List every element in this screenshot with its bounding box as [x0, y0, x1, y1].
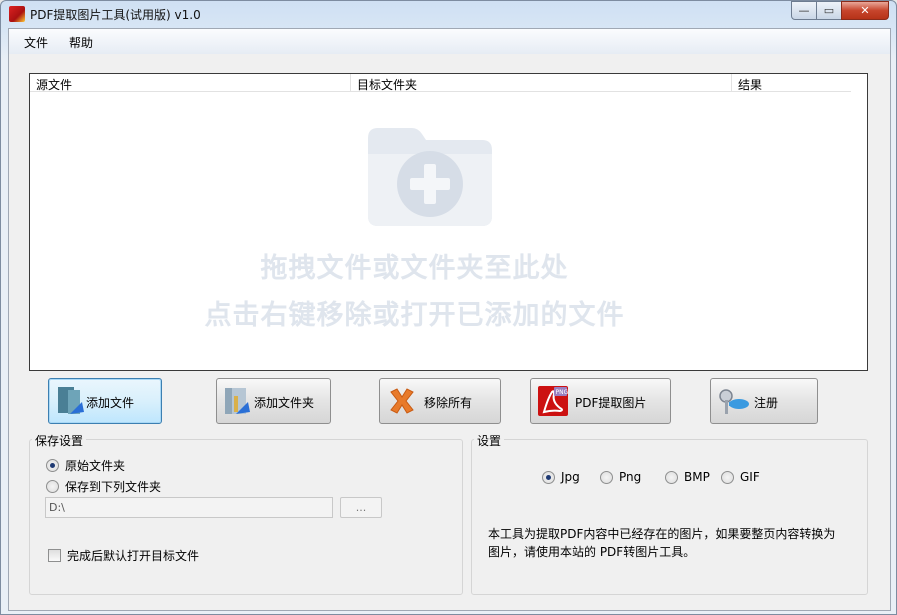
radio-button[interactable] — [721, 470, 734, 484]
list-header: 源文件 目标文件夹 结果 — [30, 74, 851, 92]
save-settings-group: 保存设置 原始文件夹 保存到下列文件夹 ... 完成后默认打开目标文件 — [29, 432, 463, 595]
output-path-field[interactable] — [45, 497, 333, 518]
format-png-label: Png — [619, 470, 642, 484]
remove-all-button[interactable]: 移除所有 — [379, 378, 501, 424]
radio-button[interactable] — [665, 470, 678, 484]
register-button[interactable]: 注册 — [710, 378, 818, 424]
pdf-icon: PNG — [538, 386, 569, 416]
menu-help[interactable]: 帮助 — [69, 34, 93, 51]
format-jpg[interactable]: Jpg — [542, 470, 580, 484]
radio-custom-folder[interactable]: 保存到下列文件夹 — [46, 478, 161, 495]
format-png[interactable]: Png — [600, 470, 641, 484]
radio-custom-folder-label: 保存到下列文件夹 — [65, 480, 162, 494]
add-file-icon — [58, 387, 84, 414]
radio-button-checked[interactable] — [46, 459, 59, 472]
radio-button-checked[interactable] — [542, 470, 555, 484]
file-list[interactable]: 源文件 目标文件夹 结果 拖拽文件或文件夹至此处 点击右键移除或打开已添加的文件 — [29, 73, 868, 371]
remove-x-icon — [390, 388, 414, 414]
close-button[interactable]: ✕ — [841, 1, 889, 20]
minimize-button[interactable]: — — [791, 1, 817, 20]
settings-group: 设置 Jpg Png BMP GIF 本工具为提取PDF内容中已经存在的图片，如… — [471, 432, 868, 595]
settings-title: 设置 — [474, 432, 505, 449]
app-icon — [9, 6, 25, 22]
radio-original-folder[interactable]: 原始文件夹 — [46, 457, 125, 474]
add-folder-icon — [225, 388, 250, 414]
remove-all-label: 移除所有 — [424, 396, 473, 410]
drop-hint-drag: 拖拽文件或文件夹至此处 — [260, 253, 569, 284]
app-window: PDF提取图片工具(试用版) v1.0 — ▭ ✕ 文件 帮助 源文件 目标文件… — [0, 0, 897, 615]
pdf-extract-label: PDF提取图片 — [575, 396, 647, 410]
format-gif[interactable]: GIF — [721, 470, 760, 484]
format-gif-label: GIF — [740, 470, 760, 484]
add-folder-icon — [368, 128, 492, 226]
add-folder-button[interactable]: 添加文件夹 — [216, 378, 331, 424]
title-bar[interactable]: PDF提取图片工具(试用版) v1.0 — ▭ ✕ — [1, 1, 896, 29]
open-after-done-label: 完成后默认打开目标文件 — [67, 549, 200, 563]
column-separator[interactable] — [350, 74, 351, 92]
checkbox[interactable] — [48, 549, 61, 562]
drop-hint-right-click: 点击右键移除或打开已添加的文件 — [204, 300, 625, 331]
radio-original-folder-label: 原始文件夹 — [65, 459, 126, 473]
save-settings-title: 保存设置 — [32, 432, 87, 449]
menu-bar: 文件 帮助 — [9, 29, 890, 54]
add-folder-label: 添加文件夹 — [254, 396, 315, 410]
format-jpg-label: Jpg — [561, 470, 580, 484]
format-bmp-label: BMP — [684, 470, 710, 484]
column-target-folder[interactable]: 目标文件夹 — [357, 76, 417, 93]
menu-file[interactable]: 文件 — [24, 34, 48, 51]
client-area: 文件 帮助 源文件 目标文件夹 结果 拖拽文件或文件夹至此处 点击右键移除或打开… — [8, 28, 891, 611]
open-after-done-checkbox[interactable]: 完成后默认打开目标文件 — [48, 547, 199, 564]
browse-button[interactable]: ... — [340, 497, 382, 518]
register-label: 注册 — [754, 396, 779, 410]
svg-text:PNG: PNG — [556, 389, 569, 396]
column-source-file[interactable]: 源文件 — [36, 76, 72, 93]
pdf-extract-button[interactable]: PNG PDF提取图片 — [530, 378, 671, 424]
maximize-button[interactable]: ▭ — [816, 1, 842, 20]
column-result[interactable]: 结果 — [738, 76, 762, 93]
add-file-label: 添加文件 — [86, 396, 135, 410]
tool-description: 本工具为提取PDF内容中已经存在的图片，如果要整页内容转换为图片，请使用本站的 … — [488, 527, 836, 559]
column-separator[interactable] — [731, 74, 732, 92]
add-file-button[interactable]: 添加文件 — [48, 378, 162, 424]
radio-button[interactable] — [46, 480, 59, 493]
key-icon — [719, 389, 749, 414]
format-bmp[interactable]: BMP — [665, 470, 710, 484]
radio-button[interactable] — [600, 470, 613, 484]
window-title: PDF提取图片工具(试用版) v1.0 — [30, 8, 201, 22]
